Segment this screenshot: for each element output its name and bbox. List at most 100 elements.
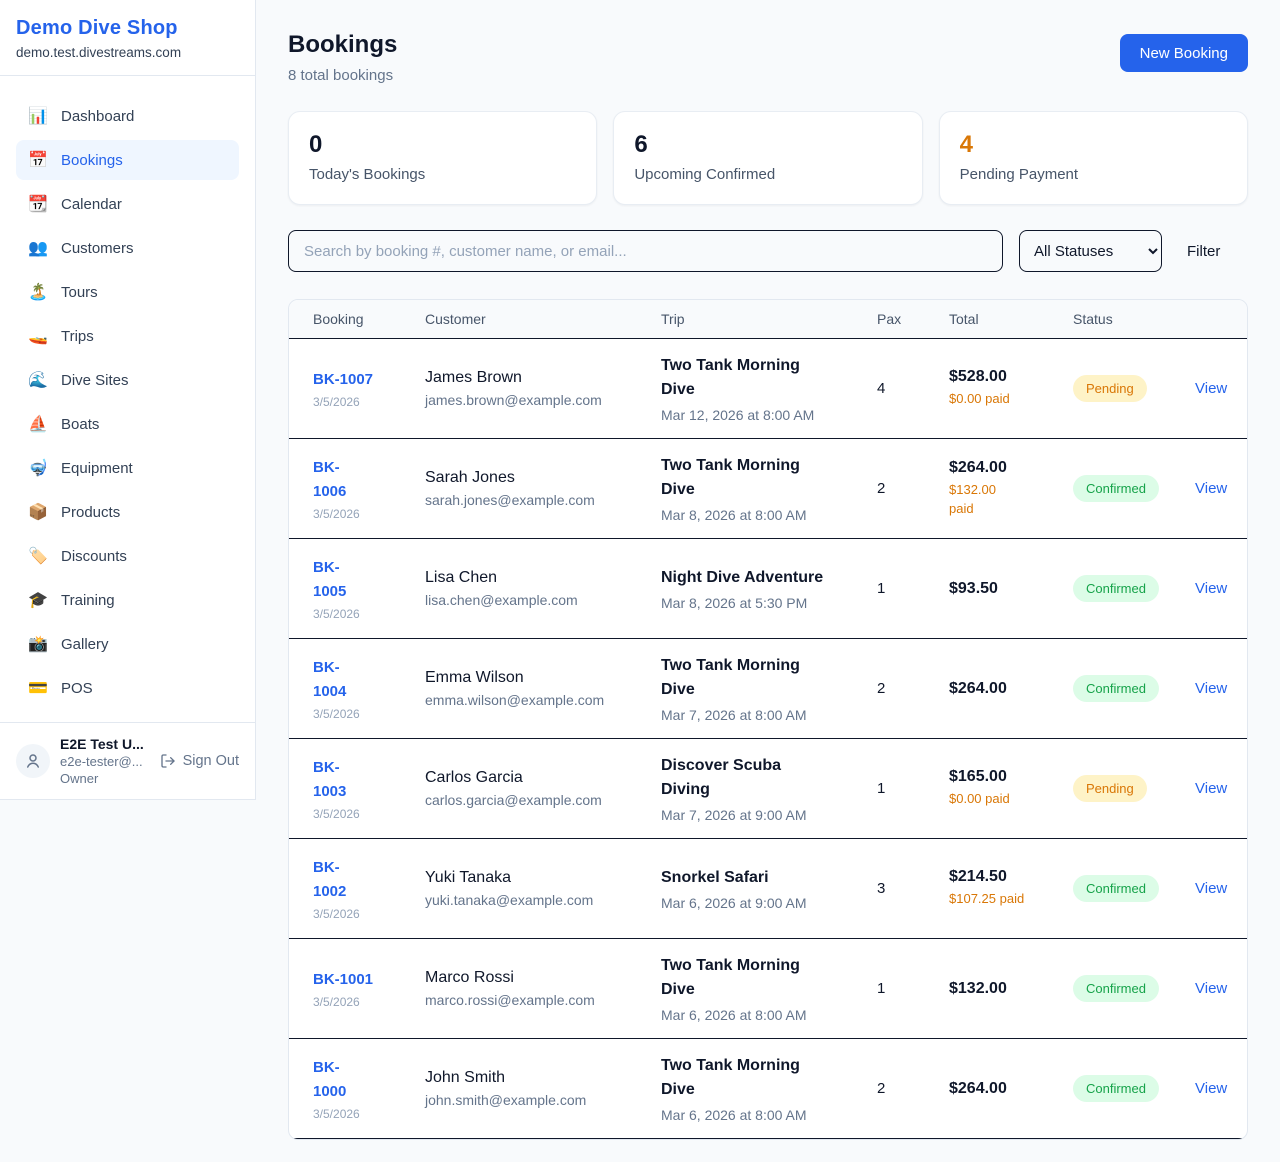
nav-label: Boats (61, 416, 99, 433)
sidebar-item-customers[interactable]: 👥 Customers (16, 228, 239, 268)
sidebar-item-equipment[interactable]: 🤿 Equipment (16, 448, 239, 488)
package-icon: 📦 (28, 502, 48, 522)
booking-date: 3/5/2026 (313, 995, 409, 1009)
pax-cell: 1 (877, 580, 949, 597)
status-cell: Confirmed (1073, 975, 1195, 1002)
total-cell: $214.50 $107.25 paid (949, 868, 1073, 909)
booking-id-link[interactable]: BK-1007 (313, 368, 409, 392)
customer-email: sarah.jones@example.com (425, 492, 645, 508)
table-row: BK- 1006 3/5/2026 Sarah Jones sarah.jone… (289, 439, 1247, 539)
stat-card: 0 Today's Bookings (288, 111, 597, 205)
booking-cell: BK- 1003 3/5/2026 (313, 756, 425, 821)
booking-id-link[interactable]: BK- 1002 (313, 856, 409, 904)
sidebar-item-pos[interactable]: 💳 POS (16, 668, 239, 708)
view-link[interactable]: View (1195, 980, 1227, 997)
table-row: BK-1007 3/5/2026 James Brown james.brown… (289, 339, 1247, 439)
view-link[interactable]: View (1195, 680, 1227, 697)
nav-label: Dashboard (61, 108, 134, 125)
view-link[interactable]: View (1195, 380, 1227, 397)
booking-id-link[interactable]: BK- 1004 (313, 656, 409, 704)
booking-date: 3/5/2026 (313, 707, 409, 721)
booking-id-link[interactable]: BK-1001 (313, 968, 409, 992)
paid-amount: $0.00 paid (949, 390, 1057, 409)
booking-date: 3/5/2026 (313, 507, 409, 521)
actions-cell: View (1195, 480, 1243, 498)
customer-email: john.smith@example.com (425, 1092, 645, 1108)
sidebar-item-dive-sites[interactable]: 🌊 Dive Sites (16, 360, 239, 400)
sidebar-item-products[interactable]: 📦 Products (16, 492, 239, 532)
sidebar-item-dashboard[interactable]: 📊 Dashboard (16, 96, 239, 136)
customer-cell: John Smith john.smith@example.com (425, 1069, 661, 1108)
new-booking-button[interactable]: New Booking (1120, 34, 1248, 72)
nav-label: Calendar (61, 196, 122, 213)
actions-cell: View (1195, 980, 1243, 998)
sidebar-item-boats[interactable]: ⛵ Boats (16, 404, 239, 444)
filter-button[interactable]: Filter (1187, 243, 1220, 260)
status-filter-select[interactable]: All Statuses (1019, 230, 1162, 272)
view-link[interactable]: View (1195, 580, 1227, 597)
sidebar-item-calendar[interactable]: 📆 Calendar (16, 184, 239, 224)
sidebar-item-gallery[interactable]: 📸 Gallery (16, 624, 239, 664)
nav-label: Products (61, 504, 120, 521)
paid-amount: $107.25 paid (949, 890, 1057, 909)
customer-cell: James Brown james.brown@example.com (425, 369, 661, 408)
status-cell: Confirmed (1073, 575, 1195, 602)
table-header-row: Booking Customer Trip Pax Total Status (289, 300, 1247, 339)
column-header-pax: Pax (877, 311, 949, 327)
column-header-status: Status (1073, 311, 1195, 327)
table-row: BK- 1003 3/5/2026 Carlos Garcia carlos.g… (289, 739, 1247, 839)
total-amount: $93.50 (949, 580, 1057, 598)
total-amount: $528.00 (949, 368, 1057, 386)
nav-label: POS (61, 680, 93, 697)
search-input[interactable] (288, 230, 1003, 272)
trip-name: Two Tank Morning Dive (661, 954, 861, 1002)
booking-cell: BK- 1006 3/5/2026 (313, 456, 425, 521)
booking-cell: BK- 1002 3/5/2026 (313, 856, 425, 921)
trip-datetime: Mar 6, 2026 at 8:00 AM (661, 1007, 861, 1023)
total-amount: $264.00 (949, 459, 1057, 477)
trip-datetime: Mar 6, 2026 at 9:00 AM (661, 895, 861, 911)
table-row: BK-1001 3/5/2026 Marco Rossi marco.rossi… (289, 939, 1247, 1039)
sidebar-item-bookings[interactable]: 📅 Bookings (16, 140, 239, 180)
customer-cell: Carlos Garcia carlos.garcia@example.com (425, 769, 661, 808)
trip-name: Two Tank Morning Dive (661, 454, 861, 502)
users-icon: 👥 (28, 238, 48, 258)
booking-date: 3/5/2026 (313, 1107, 409, 1121)
status-cell: Confirmed (1073, 475, 1195, 502)
view-link[interactable]: View (1195, 880, 1227, 897)
view-link[interactable]: View (1195, 1080, 1227, 1097)
customer-name: Sarah Jones (425, 469, 645, 487)
actions-cell: View (1195, 780, 1243, 798)
sidebar-item-training[interactable]: 🎓 Training (16, 580, 239, 620)
stat-label: Today's Bookings (309, 166, 576, 183)
total-amount: $264.00 (949, 1080, 1057, 1098)
booking-date: 3/5/2026 (313, 907, 409, 921)
actions-cell: View (1195, 880, 1243, 898)
customer-email: emma.wilson@example.com (425, 692, 645, 708)
table-row: BK- 1004 3/5/2026 Emma Wilson emma.wilso… (289, 639, 1247, 739)
booking-id-link[interactable]: BK- 1006 (313, 456, 409, 504)
nav-label: Bookings (61, 152, 123, 169)
bar-chart-icon: 📊 (28, 106, 48, 126)
sidebar-item-trips[interactable]: 🚤 Trips (16, 316, 239, 356)
customer-email: marco.rossi@example.com (425, 992, 645, 1008)
booking-id-link[interactable]: BK- 1003 (313, 756, 409, 804)
total-amount: $165.00 (949, 768, 1057, 786)
pax-cell: 2 (877, 480, 949, 497)
total-cell: $132.00 (949, 980, 1073, 998)
booking-id-link[interactable]: BK- 1000 (313, 1056, 409, 1104)
view-link[interactable]: View (1195, 780, 1227, 797)
total-cell: $528.00 $0.00 paid (949, 368, 1073, 409)
sidebar-item-tours[interactable]: 🏝️ Tours (16, 272, 239, 312)
column-header-customer: Customer (425, 311, 661, 327)
status-cell: Pending (1073, 775, 1195, 802)
trip-name: Two Tank Morning Dive (661, 654, 861, 702)
wave-icon: 🌊 (28, 370, 48, 390)
booking-id-link[interactable]: BK- 1005 (313, 556, 409, 604)
sidebar-item-discounts[interactable]: 🏷️ Discounts (16, 536, 239, 576)
customer-name: Yuki Tanaka (425, 869, 645, 887)
total-cell: $264.00 (949, 1080, 1073, 1098)
customer-name: James Brown (425, 369, 645, 387)
sign-out-button[interactable]: Sign Out (160, 753, 239, 769)
view-link[interactable]: View (1195, 480, 1227, 497)
